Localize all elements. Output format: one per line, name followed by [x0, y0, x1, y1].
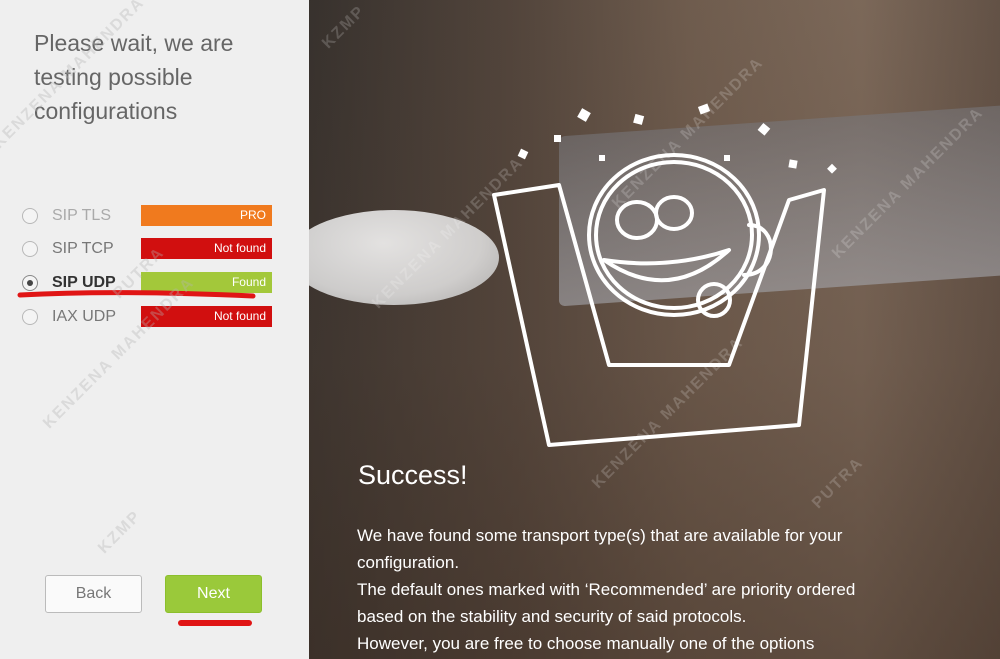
option-sip-tls[interactable]: SIP TLS PRO [22, 205, 274, 227]
success-message-line: However, you are free to choose manually… [357, 634, 815, 653]
radio-sip-tls[interactable] [22, 208, 38, 224]
radio-sip-tcp[interactable] [22, 241, 38, 257]
success-title: Success! [358, 460, 468, 490]
option-label-iax-udp: IAX UDP [52, 308, 117, 325]
success-message: We have found some transport type(s) tha… [357, 522, 897, 657]
option-label-sip-tcp: SIP TCP [52, 240, 114, 257]
status-badge-sip-tls: PRO [141, 205, 272, 226]
back-button[interactable]: Back [45, 575, 142, 613]
celebration-illustration [492, 103, 837, 447]
celebrating-figure-icon [492, 153, 826, 447]
success-panel: Success! We have found some transport ty… [309, 0, 1000, 659]
red-underline-annotation [17, 290, 256, 299]
watermark-logo: KZMP [95, 507, 145, 558]
next-button[interactable]: Next [165, 575, 262, 613]
radio-iax-udp[interactable] [22, 309, 38, 325]
left-panel: Please wait, we are testing possible con… [0, 0, 309, 659]
success-message-line: We have found some transport type(s) tha… [357, 526, 843, 572]
red-underline-next [178, 620, 252, 626]
option-label-sip-tls: SIP TLS [52, 207, 111, 224]
page-heading: Please wait, we are testing possible con… [34, 30, 234, 124]
option-sip-tcp[interactable]: SIP TCP Not found [22, 238, 274, 260]
success-message-line: The default ones marked with ‘Recommende… [357, 580, 856, 626]
option-iax-udp[interactable]: IAX UDP Not found [22, 306, 274, 328]
status-badge-sip-tcp: Not found [141, 238, 272, 259]
status-badge-iax-udp: Not found [141, 306, 272, 327]
watermark-logo: KZMP [319, 2, 369, 53]
